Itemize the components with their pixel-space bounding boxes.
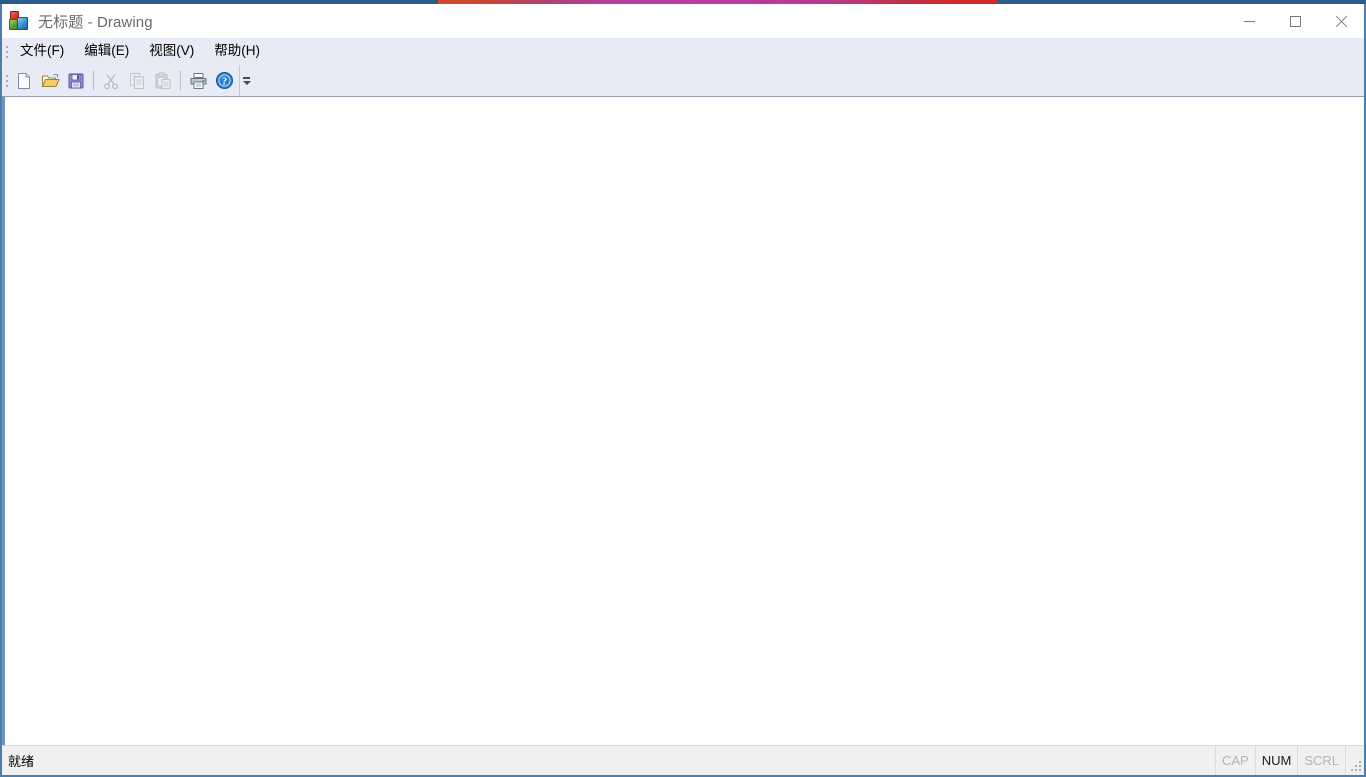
svg-text:?: ? bbox=[221, 76, 226, 87]
copy-icon bbox=[130, 72, 144, 89]
status-bar: 就绪 CAP NUM SCRL bbox=[2, 745, 1364, 775]
close-button[interactable] bbox=[1318, 4, 1364, 38]
icon-block-blue bbox=[17, 17, 28, 30]
paste-button[interactable] bbox=[150, 68, 176, 94]
copy-button[interactable] bbox=[124, 68, 150, 94]
new-button[interactable] bbox=[11, 68, 37, 94]
minimize-button[interactable] bbox=[1226, 4, 1272, 38]
help-button[interactable]: ? bbox=[211, 68, 237, 94]
status-indicators: CAP NUM SCRL bbox=[1214, 746, 1364, 775]
window-title: 无标题 - Drawing bbox=[38, 11, 153, 32]
open-icon bbox=[41, 73, 60, 87]
toolbar-overflow-button[interactable] bbox=[239, 65, 253, 96]
window-frame-top bbox=[0, 0, 1366, 4]
close-icon bbox=[1335, 15, 1348, 28]
menu-file[interactable]: 文件(F) bbox=[11, 41, 73, 62]
drawing-canvas[interactable] bbox=[5, 97, 1364, 745]
overflow-bar-icon bbox=[243, 76, 250, 79]
title-app-name: Drawing bbox=[96, 13, 153, 31]
toolbar: ? bbox=[2, 65, 1364, 96]
cut-button[interactable] bbox=[98, 68, 124, 94]
title-bar[interactable]: 无标题 - Drawing bbox=[2, 4, 1364, 38]
toolbar-separator-1 bbox=[93, 71, 94, 90]
menu-edit[interactable]: 编辑(E) bbox=[75, 41, 138, 62]
chevron-down-icon bbox=[242, 80, 251, 85]
application-window: 无标题 - Drawing 文件(F) 编辑(E) 视图(V) 帮助(H) ? … bbox=[0, 0, 1366, 777]
status-badge-scrl: SCRL bbox=[1297, 746, 1345, 775]
menu-gripper[interactable] bbox=[2, 38, 11, 65]
menu-view[interactable]: 视图(V) bbox=[140, 41, 203, 62]
maximize-icon bbox=[1289, 15, 1301, 27]
maximize-button[interactable] bbox=[1272, 4, 1318, 38]
status-badge-cap: CAP bbox=[1214, 746, 1255, 775]
office-blocks-icon bbox=[9, 11, 29, 31]
cut-icon bbox=[104, 73, 118, 89]
open-button[interactable] bbox=[37, 68, 63, 94]
status-message: 就绪 bbox=[8, 754, 35, 769]
menu-bar: 文件(F) 编辑(E) 视图(V) 帮助(H) bbox=[2, 38, 1364, 65]
client-area bbox=[2, 97, 1364, 745]
minimize-icon bbox=[1243, 20, 1255, 22]
toolbar-separator-2 bbox=[180, 71, 181, 90]
title-document-name: 无标题 bbox=[38, 13, 84, 31]
window-controls bbox=[1226, 4, 1364, 38]
paste-icon bbox=[155, 72, 171, 89]
toolbar-gripper[interactable] bbox=[2, 67, 11, 94]
menu-help[interactable]: 帮助(H) bbox=[205, 41, 269, 62]
window-frame-left bbox=[0, 4, 2, 775]
save-button[interactable] bbox=[63, 68, 89, 94]
new-icon bbox=[18, 72, 30, 89]
resize-grip[interactable] bbox=[1345, 746, 1364, 775]
help-icon: ? bbox=[215, 72, 233, 89]
status-badge-num: NUM bbox=[1254, 746, 1298, 775]
save-icon bbox=[68, 73, 84, 88]
print-button[interactable] bbox=[185, 68, 211, 94]
title-separator: - bbox=[83, 13, 97, 31]
background-window-bleed bbox=[438, 0, 998, 4]
toolbar-bottom-edge bbox=[2, 96, 1364, 97]
print-icon bbox=[190, 72, 206, 89]
toolbar-buttons: ? bbox=[11, 65, 237, 96]
